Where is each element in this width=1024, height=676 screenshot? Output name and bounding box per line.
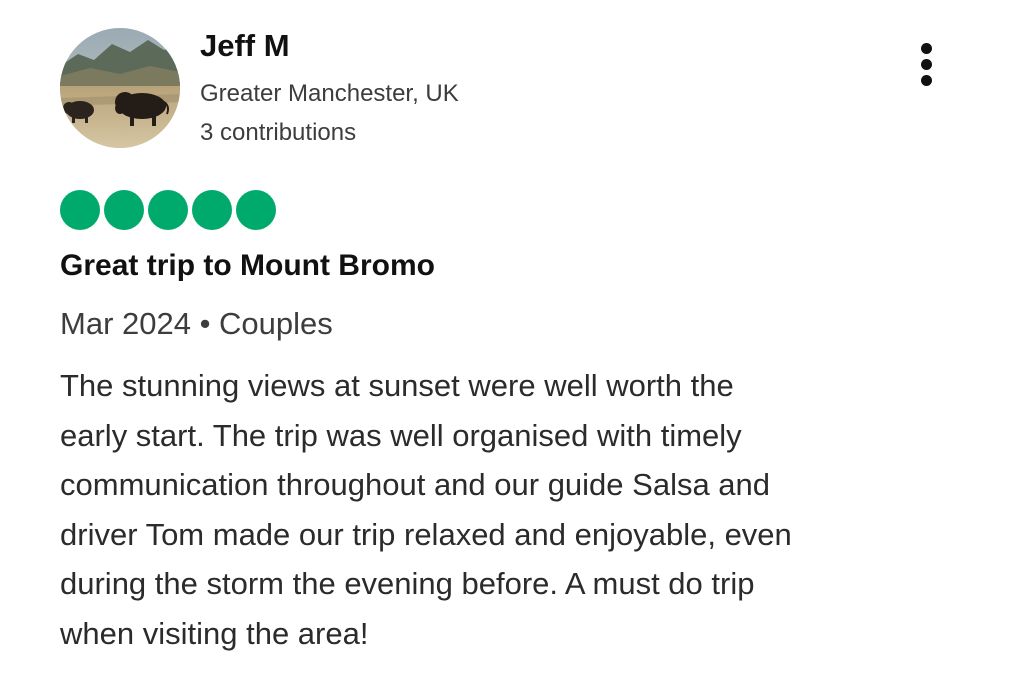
rating-bubble-icon	[60, 190, 100, 230]
avatar-photo	[60, 28, 180, 148]
review-body-line: The stunning views at sunset were well w…	[60, 368, 734, 403]
review-title: Great trip to Mount Bromo	[60, 249, 435, 282]
more-vertical-icon-dot	[920, 58, 932, 70]
review-body: The stunning views at sunset were well w…	[60, 361, 960, 658]
review-body-line: early start. The trip was well organised…	[60, 417, 742, 453]
review-body-line: driver Tom made our trip relaxed and enj…	[60, 516, 792, 552]
reviewer-contributions: 3 contributions	[200, 119, 357, 146]
review-body-line: during the storm the evening before. A m…	[60, 566, 755, 601]
more-vertical-icon-dot	[920, 74, 932, 86]
more-options-button[interactable]	[906, 38, 946, 90]
rating-bubble-icon	[236, 190, 276, 230]
reviewer-location: Greater Manchester, UK	[200, 80, 459, 107]
rating-bubbles	[60, 190, 276, 230]
more-vertical-icon	[920, 42, 932, 54]
review-card: Jeff M Greater Manchester, UK 3 contribu…	[0, 0, 1024, 676]
review-meta: Mar 2024 • Couples	[60, 306, 333, 341]
reviewer-name[interactable]: Jeff M	[200, 28, 290, 64]
rating-bubble-icon	[192, 190, 232, 230]
rating-bubble-icon	[104, 190, 144, 230]
review-body-line: communication throughout and our guide S…	[60, 467, 771, 502]
rating-bubble-icon	[148, 190, 188, 230]
review-body-line: when visiting the area!	[60, 615, 369, 651]
avatar[interactable]	[60, 28, 180, 148]
